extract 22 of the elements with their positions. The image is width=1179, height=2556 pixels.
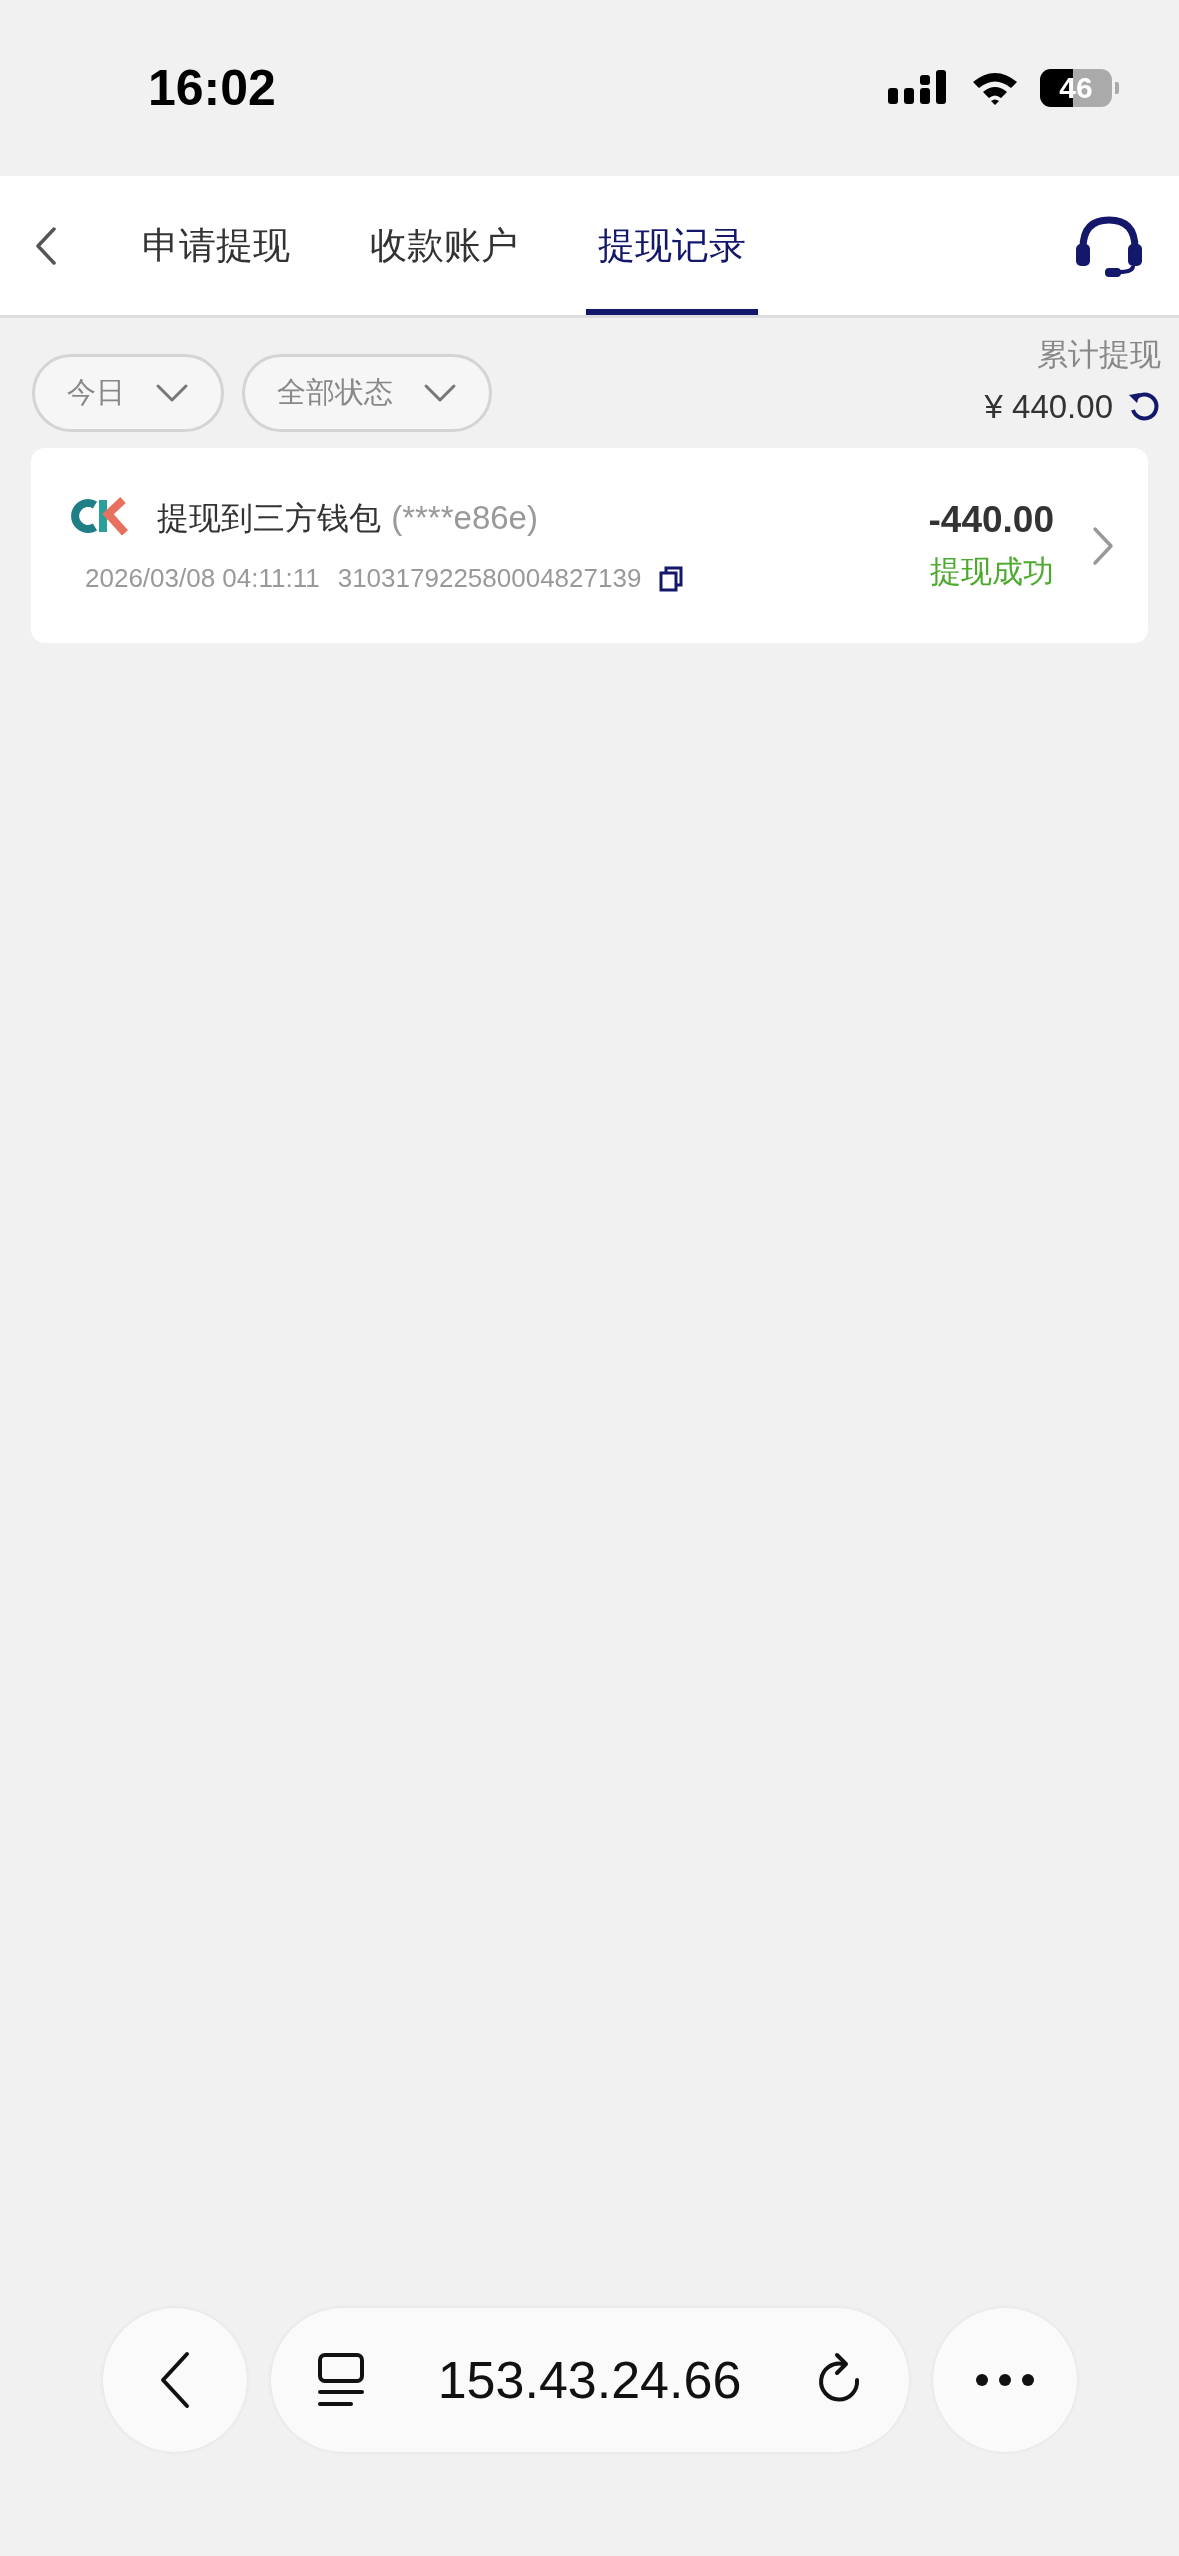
page-menu-icon[interactable] (316, 2352, 365, 2408)
record-time: 2026/03/08 04:11:11 (85, 563, 320, 594)
chevron-right-icon (1092, 525, 1114, 566)
total-amount: ¥ 440.00 (984, 388, 1113, 426)
record-amount: -440.00 (928, 498, 1054, 541)
tab[interactable]: 提现记录 (586, 176, 758, 315)
order-number: 310317922580004827139 (337, 563, 642, 594)
chevron-down-icon (423, 383, 457, 403)
tab[interactable]: 收款账户 (358, 176, 530, 315)
url-text: 153.43.24.66 (437, 2350, 742, 2410)
total-label: 累计提现 (1037, 335, 1161, 374)
tab[interactable]: 申请提现 (130, 176, 302, 315)
back-icon[interactable] (34, 225, 58, 266)
chevron-down-icon (155, 383, 189, 403)
record-title: 提现到三方钱包 (****e86e) (157, 498, 539, 539)
status-time: 16:02 (148, 59, 276, 117)
record-status: 提现成功 (930, 551, 1054, 591)
copy-icon[interactable] (659, 565, 684, 592)
record-card[interactable]: 提现到三方钱包 (****e86e) 2026/03/08 04:11:11 310317922580004827139 -440.00 提现成功 (31, 448, 1148, 643)
wallet-logo-icon (71, 497, 129, 535)
address-bar[interactable]: 153.43.24.66 (270, 2308, 909, 2452)
more-icon (974, 2373, 1035, 2387)
